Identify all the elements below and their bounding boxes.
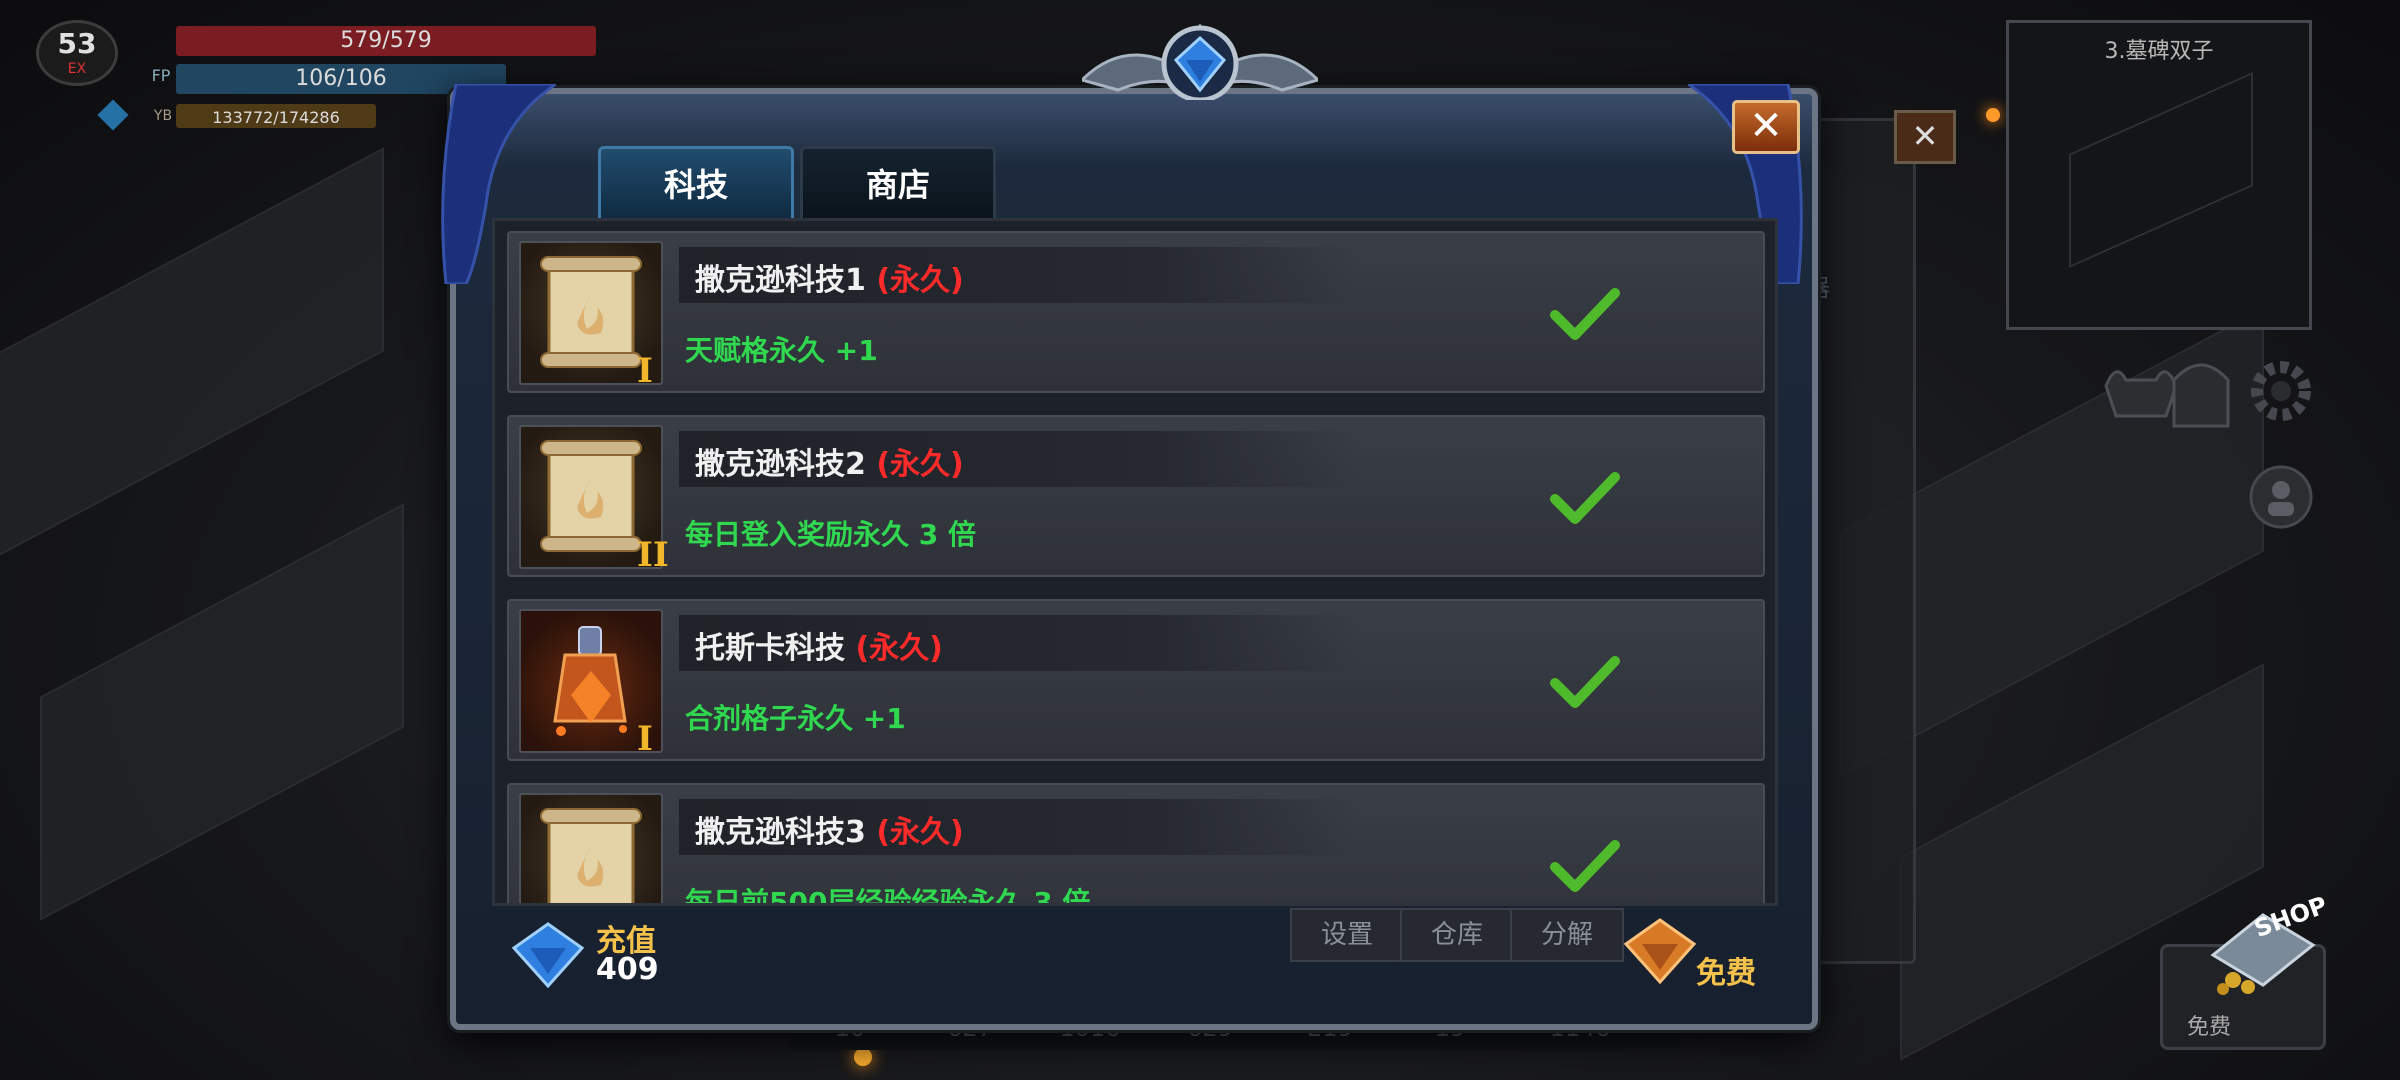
shop-free-label: 免费: [2187, 1015, 2232, 1040]
background-close-icon: ✕: [1894, 110, 1956, 164]
list-item[interactable]: I 撒克逊科技1 (永久) 天赋格永久 +1: [507, 231, 1765, 393]
list-item[interactable]: I 托斯卡科技 (永久) 合剂格子永久 +1: [507, 599, 1765, 761]
shop-button[interactable]: SHOP 免费: [2160, 891, 2331, 1050]
minimap[interactable]: 3.墓碑双子: [2006, 20, 2312, 330]
permanent-tag: (永久): [876, 447, 964, 482]
item-thumb: [519, 793, 663, 903]
checkmark-icon: [1550, 840, 1620, 892]
level-tag: EX: [67, 61, 87, 77]
item-title: 撒克逊科技1 (永久): [695, 255, 964, 299]
rank-numeral: I: [637, 351, 653, 391]
item-thumb: II: [519, 425, 669, 575]
floor-tile: [0, 147, 384, 577]
item-description: 合剂格子永久 +1: [685, 702, 906, 735]
item-title: 撒克逊科技3 (永久): [695, 807, 964, 851]
tech-list[interactable]: I 撒克逊科技1 (永久) 天赋格永久 +1 II 撒克逊科技2 (永久) 每日…: [492, 218, 1778, 906]
rank-numeral: II: [637, 535, 669, 575]
floor-tile: [40, 503, 404, 921]
hp-value: 579/579: [340, 28, 432, 53]
tab-tech[interactable]: 科技: [598, 146, 794, 219]
item-title: 托斯卡科技 (永久): [695, 623, 943, 667]
gate-icon[interactable]: [2166, 350, 2236, 430]
permanent-tag: (永久): [876, 263, 964, 298]
torch-light: [1986, 108, 2000, 122]
item-title: 撒克逊科技2 (永久): [695, 439, 964, 483]
list-item[interactable]: 撒克逊科技3 (永久) 每日前500层经验经验永久 3 倍: [507, 783, 1765, 903]
minimap-title: 3.墓碑双子: [2104, 39, 2214, 64]
item-thumb: I: [519, 609, 663, 759]
item-description: 每日登入奖励永久 3 倍: [685, 518, 976, 551]
scroll-icon: [540, 808, 642, 903]
dialog-footer: 充值 409 设置 仓库 分解 免费: [456, 900, 1800, 1012]
warehouse-button[interactable]: 仓库: [1400, 908, 1514, 962]
item-name: 托斯卡科技: [695, 631, 845, 666]
checkmark-icon: [1550, 656, 1620, 708]
permanent-tag: (永久): [876, 815, 964, 850]
dismantle-button[interactable]: 分解: [1510, 908, 1624, 962]
yb-value: 133772/174286: [212, 108, 340, 127]
item-description: 天赋格永久 +1: [685, 334, 878, 367]
gem-icon: [97, 99, 129, 131]
level-badge: 53 EX: [36, 20, 118, 86]
orange-gem-icon[interactable]: [1620, 914, 1700, 986]
chat-icon[interactable]: [2246, 462, 2316, 532]
close-button[interactable]: ✕: [1732, 100, 1800, 154]
item-name: 撒克逊科技3: [695, 815, 866, 850]
permanent-tag: (永久): [855, 631, 943, 666]
list-item[interactable]: II 撒克逊科技2 (永久) 每日登入奖励永久 3 倍: [507, 415, 1765, 577]
minimap-room: [2069, 72, 2253, 268]
yb-label: YB: [153, 108, 173, 124]
crest-gem-icon: [1082, 23, 1318, 100]
fp-label: FP: [151, 66, 171, 85]
item-name: 撒克逊科技2: [695, 447, 866, 482]
item-thumb: I: [519, 241, 663, 391]
tab-shop[interactable]: 商店: [800, 146, 996, 219]
torch-light: [854, 1048, 872, 1066]
checkmark-icon: [1550, 472, 1620, 524]
item-name: 撒克逊科技1: [695, 263, 866, 298]
gear-icon[interactable]: [2246, 356, 2316, 426]
level-value: 53: [57, 27, 97, 60]
blue-gem-icon[interactable]: [508, 918, 588, 990]
free-label[interactable]: 免费: [1696, 948, 1756, 992]
checkmark-icon: [1550, 288, 1620, 340]
settings-button[interactable]: 设置: [1290, 908, 1404, 962]
rank-numeral: I: [637, 719, 653, 759]
gem-count: 409: [596, 952, 659, 987]
